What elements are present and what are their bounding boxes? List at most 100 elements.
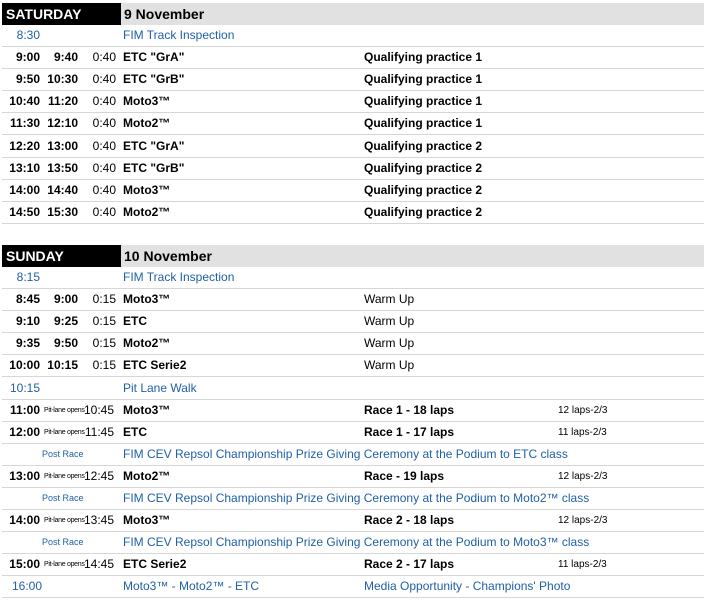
start-time: 11:00 (9, 402, 40, 417)
post-race-label: Post Race (42, 537, 84, 548)
duration: 0:40 (92, 204, 116, 219)
schedule-row: Post Race FIM CEV Repsol Championship Pri… (2, 532, 704, 555)
class-name: ETC (123, 424, 147, 439)
start-time: 8:45 (15, 292, 40, 307)
duration: 0:15 (92, 358, 116, 373)
duration: 0:40 (92, 94, 116, 109)
end-time: 11:20 (47, 94, 78, 109)
event-name: FIM CEV Repsol Championship Prize Giving… (123, 491, 590, 505)
session-name: Race 1 - 17 laps (364, 424, 455, 439)
schedule-row: 9:10 9:25 0:15 ETC Warm Up (2, 311, 704, 334)
class-name: ETC "GrB" (123, 160, 185, 175)
start-time: 12:20 (9, 138, 40, 153)
class-name: Moto3™ (123, 94, 171, 109)
start-time: 16:00 (12, 579, 43, 594)
start-time: 10:40 (9, 94, 40, 109)
pit-time: 13:45 (84, 513, 115, 528)
session-name: Race - 19 laps (364, 468, 445, 483)
schedule-row: 8:15 FIM Track Inspection (2, 267, 704, 289)
date-label: 10 November (121, 245, 704, 267)
session-name: Qualifying practice 2 (364, 204, 483, 219)
session-name: Qualifying practice 1 (364, 72, 483, 87)
schedule-row: 9:00 9:40 0:40 ETC "GrA" Qualifying practice… (2, 47, 704, 70)
event-name: Moto3™ - Moto2™ - ETC (123, 579, 260, 594)
pit-lane-opens: Pit-lane opens (44, 406, 85, 414)
class-name: Moto3™ (123, 182, 171, 197)
pit-time: 12:45 (84, 468, 115, 483)
laps-info: 11 laps-2/3 (558, 559, 607, 571)
session-name: Qualifying practice 2 (364, 160, 483, 175)
schedule-row: 11:00 Pit-lane opens 10:45 Moto3™ Race 1 - 1… (2, 400, 704, 422)
schedule-row: 8:30 FIM Track Inspection (2, 25, 704, 47)
schedule-row: 13:00 Pit-lane opens 12:45 Moto2™ Race - 19 … (2, 466, 704, 488)
post-race-label: Post Race (42, 448, 84, 459)
session-name: Qualifying practice 2 (364, 138, 483, 153)
duration: 0:15 (92, 292, 116, 307)
class-name: ETC "GrB" (123, 72, 185, 87)
start-time: 15:00 (9, 557, 40, 572)
end-time: 10:15 (47, 358, 78, 373)
session-name: Warm Up (364, 292, 415, 307)
day-label: SUNDAY (2, 245, 121, 267)
day-header: SATURDAY 9 November (0, 3, 706, 25)
pit-lane-opens: Pit-lane opens (44, 472, 85, 480)
session-name: Race 2 - 17 laps (364, 557, 455, 572)
class-name: Moto3™ (123, 292, 171, 307)
schedule-row: Post Race FIM CEV Repsol Championship Pri… (2, 488, 704, 510)
schedule-row: 10:40 11:20 0:40 Moto3™ Qualifying practice … (2, 91, 704, 114)
class-name: Moto3™ (123, 402, 171, 417)
laps-info: 12 laps-2/3 (558, 515, 608, 527)
session-name: Media Opportunity - Champions' Photo (364, 579, 571, 594)
class-name: Moto2™ (123, 116, 171, 131)
end-time: 14:40 (47, 182, 78, 197)
end-time: 9:25 (53, 314, 78, 329)
start-time: 14:00 (9, 513, 40, 528)
session-name: Race 2 - 18 laps (364, 513, 455, 528)
laps-info: 12 laps-2/3 (558, 404, 608, 416)
session-name: Race 1 - 18 laps (364, 402, 455, 417)
class-name: Moto2™ (123, 336, 171, 351)
schedule-row: 13:10 13:50 0:40 ETC "GrB" Qualifying practi… (2, 158, 704, 180)
end-time: 10:30 (47, 72, 78, 87)
end-time: 15:30 (47, 204, 78, 219)
day-label: SATURDAY (2, 3, 121, 25)
start-time: 11:30 (9, 116, 40, 131)
schedule-row: 15:00 Pit-lane opens 14:45 ETC Serie2 Race 2… (2, 554, 704, 577)
schedule-row: 8:45 9:00 0:15 Moto3™ Warm Up (2, 289, 704, 312)
pit-lane-opens: Pit-lane opens (44, 428, 85, 436)
start-time: 13:00 (9, 468, 40, 483)
class-name: ETC (123, 314, 147, 329)
session-name: Warm Up (364, 358, 415, 373)
schedule-row: 9:50 10:30 0:40 ETC "GrB" Qualifying practic… (2, 69, 704, 92)
session-name: Qualifying practice 2 (364, 182, 483, 197)
start-time: 13:10 (9, 160, 40, 175)
duration: 0:40 (92, 160, 116, 175)
duration: 0:40 (92, 50, 116, 65)
session-name: Warm Up (364, 336, 415, 351)
pit-time: 11:45 (84, 424, 114, 439)
schedule-row: 11:30 12:10 0:40 Moto2™ Qualifying practice … (2, 113, 704, 136)
event-name: FIM CEV Repsol Championship Prize Giving… (123, 446, 568, 461)
pit-time: 14:45 (84, 557, 115, 572)
start-time: 10:00 (9, 358, 40, 373)
schedule-row: 16:00 Moto3™ - Moto2™ - ETC Media Opportun… (2, 576, 704, 599)
start-time: 14:50 (9, 204, 40, 219)
duration: 0:15 (92, 336, 116, 351)
duration: 0:15 (92, 314, 116, 329)
class-name: ETC Serie2 (123, 557, 187, 572)
start-time: 9:10 (15, 314, 40, 329)
class-name: Moto2™ (123, 204, 171, 219)
event-name: FIM Track Inspection (123, 270, 235, 284)
session-name: Qualifying practice 1 (364, 50, 483, 65)
pit-lane-opens: Pit-lane opens (44, 561, 85, 569)
session-name: Qualifying practice 1 (364, 94, 483, 109)
end-time: 9:00 (53, 292, 78, 307)
event-name: Pit Lane Walk (123, 380, 197, 395)
laps-info: 12 laps-2/3 (558, 470, 608, 482)
laps-info: 11 laps-2/3 (558, 426, 607, 438)
start-time: 8:30 (16, 28, 40, 42)
start-time: 10:15 (9, 380, 40, 395)
start-time: 14:00 (9, 182, 40, 197)
schedule-row: 14:00 14:40 0:40 Moto3™ Qualifying practice … (2, 180, 704, 202)
start-time: 9:00 (15, 50, 40, 65)
